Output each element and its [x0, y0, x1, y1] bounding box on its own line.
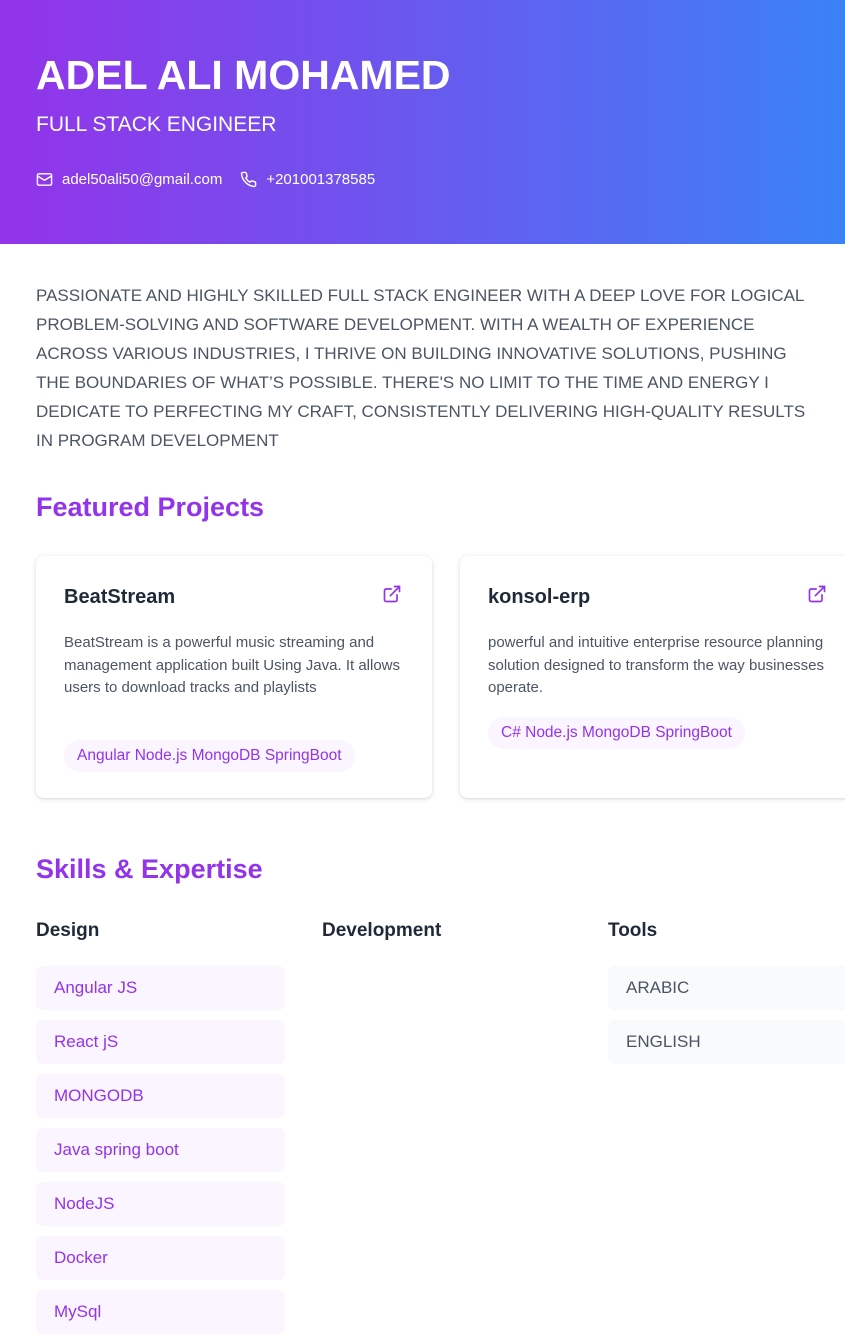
skill-chip: Java spring boot	[36, 1128, 285, 1172]
skill-chip: MySql	[36, 1290, 285, 1334]
external-link-icon[interactable]	[382, 584, 402, 604]
skills-heading: Skills & Expertise	[36, 854, 263, 884]
profile-header: ADEL ALI MOHAMED FULL STACK ENGINEER ade…	[0, 0, 845, 244]
project-title: konsol-erp	[488, 586, 591, 608]
project-description: BeatStream is a powerful music streaming…	[64, 634, 401, 697]
email-link[interactable]: adel50ali50@gmail.com	[36, 171, 222, 188]
mail-icon	[36, 172, 53, 186]
summary-line: PASSIONATE AND HIGHLY SKILLED FULL STACK…	[36, 286, 805, 305]
profile-title: FULL STACK ENGINEER	[36, 113, 277, 136]
project-card-konsol-erp: konsol-erp powerful and intuitive enterp…	[460, 556, 845, 798]
project-tags: C# Node.js MongoDB SpringBoot	[488, 717, 745, 749]
tool-chip: ARABIC	[608, 966, 845, 1010]
skill-chip: Docker	[36, 1236, 285, 1280]
skill-chip: MONGODB	[36, 1074, 285, 1118]
skills-column-tools: Tools	[608, 920, 658, 941]
phone-link[interactable]: +201001378585	[240, 171, 375, 188]
summary-line: THE BOUNDARIES OF WHAT’S POSSIBLE. THERE…	[36, 373, 769, 392]
project-tags: Angular Node.js MongoDB SpringBoot	[64, 740, 355, 772]
external-link-icon[interactable]	[807, 584, 827, 604]
tool-chip: ENGLISH	[608, 1020, 845, 1064]
skill-chip: React jS	[36, 1020, 285, 1064]
phone-icon	[241, 171, 257, 187]
project-title: BeatStream	[64, 586, 176, 608]
project-description: powerful and intuitive enterprise resour…	[488, 634, 825, 697]
profile-summary: PASSIONATE AND HIGHLY SKILLED FULL STACK…	[36, 281, 845, 455]
skills-column-development: Development	[322, 920, 442, 941]
profile-name: ADEL ALI MOHAMED	[36, 52, 451, 98]
summary-line: IN PROGRAM DEVELOPMENT	[36, 431, 279, 450]
email-text: adel50ali50@gmail.com	[62, 170, 223, 188]
summary-line: ACROSS VARIOUS INDUSTRIES, I THRIVE ON B…	[36, 344, 787, 363]
project-card-beatstream: BeatStream BeatStream is a powerful musi…	[36, 556, 432, 798]
contact-info: adel50ali50@gmail.com +201001378585	[36, 168, 393, 190]
skill-chip: NodeJS	[36, 1182, 285, 1226]
phone-text: +201001378585	[266, 170, 376, 188]
summary-line: DEDICATE TO PERFECTING MY CRAFT, CONSIST…	[36, 402, 806, 421]
summary-line: PROBLEM-SOLVING AND SOFTWARE DEVELOPMENT…	[36, 315, 755, 334]
projects-heading: Featured Projects	[36, 492, 265, 522]
skill-chip: Angular JS	[36, 966, 285, 1010]
skills-column-design: Design	[36, 920, 100, 941]
